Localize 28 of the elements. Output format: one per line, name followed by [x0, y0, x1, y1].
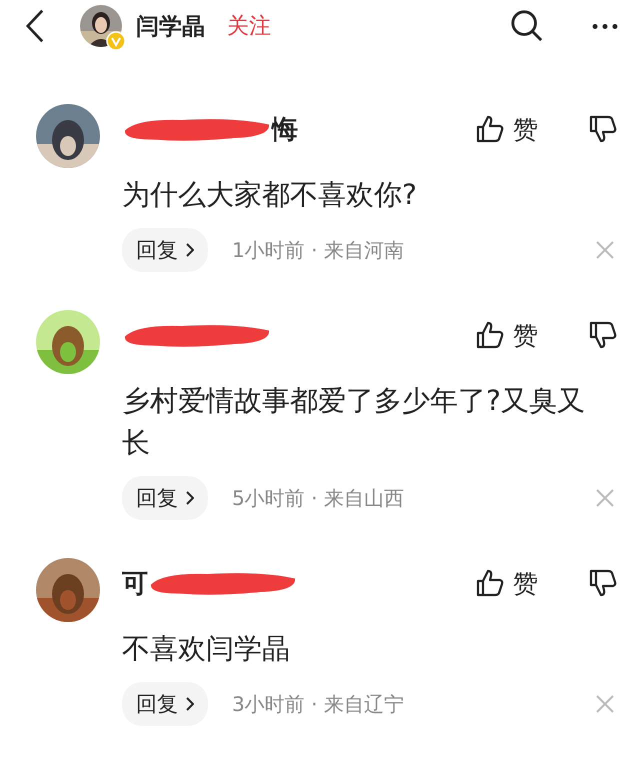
comment-text: 乡村爱情故事都爱了多少年了?又臭又长	[122, 383, 586, 461]
thumbs-up-icon	[475, 320, 505, 350]
thumbs-up-icon	[475, 114, 505, 144]
reply-button[interactable]: 回复	[122, 682, 208, 726]
search-icon[interactable]	[510, 9, 544, 43]
chevron-right-icon	[186, 243, 194, 257]
user-name: 可	[122, 568, 148, 600]
comment-meta: 3小时前 · 来自辽宁	[232, 690, 404, 718]
chevron-right-icon	[186, 697, 194, 711]
thumbs-down-icon[interactable]	[588, 568, 618, 598]
more-icon[interactable]	[592, 22, 618, 30]
back-icon[interactable]	[24, 8, 46, 44]
chevron-right-icon	[186, 491, 194, 505]
thumbs-up-icon	[475, 568, 505, 598]
thumbs-down-icon[interactable]	[588, 320, 618, 350]
follow-button[interactable]: 关注	[227, 11, 271, 41]
account-name: 闫学晶	[136, 12, 205, 42]
user-name: 悔	[272, 114, 298, 146]
comment-meta: 1小时前 · 来自河南	[232, 236, 404, 264]
like-button[interactable]: 赞	[475, 112, 538, 146]
comment-meta: 5小时前 · 来自山西	[232, 484, 404, 512]
comment-text: 不喜欢闫学晶	[122, 631, 291, 667]
thumbs-down-icon[interactable]	[588, 114, 618, 144]
reply-button[interactable]: 回复	[122, 476, 208, 520]
reply-button[interactable]: 回复	[122, 228, 208, 272]
comment-text: 为什么大家都不喜欢你?	[122, 177, 418, 213]
like-button[interactable]: 赞	[475, 318, 538, 352]
like-button[interactable]: 赞	[475, 566, 538, 600]
